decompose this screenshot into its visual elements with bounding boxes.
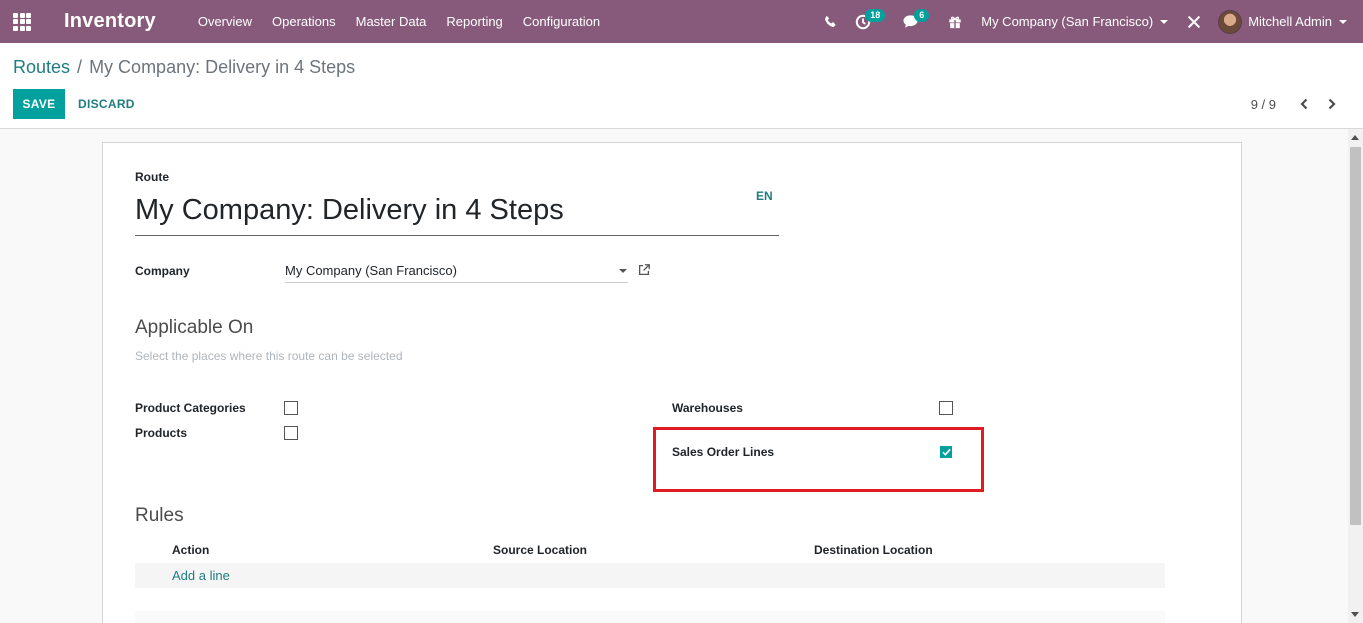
rules-title: Rules bbox=[135, 505, 184, 526]
messages-badge: 6 bbox=[914, 9, 930, 22]
chevron-down-icon bbox=[1339, 19, 1347, 24]
menu-operations[interactable]: Operations bbox=[262, 0, 346, 43]
breadcrumb-routes-link[interactable]: Routes bbox=[13, 57, 70, 78]
warehouses-checkbox[interactable] bbox=[939, 401, 953, 415]
external-link-icon[interactable] bbox=[637, 263, 653, 279]
sales-order-lines-label: Sales Order Lines bbox=[672, 445, 775, 459]
company-switcher-label: My Company (San Francisco) bbox=[981, 14, 1154, 29]
rules-add-line-row: Add a line bbox=[135, 563, 1165, 588]
sales-order-lines-checkbox[interactable] bbox=[940, 446, 952, 458]
chevron-down-icon bbox=[1160, 19, 1169, 24]
company-label: Company bbox=[135, 264, 190, 278]
scroll-down-arrow-icon[interactable] bbox=[1351, 612, 1359, 617]
control-panel: Routes / My Company: Delivery in 4 Steps… bbox=[0, 43, 1363, 129]
warehouses-label: Warehouses bbox=[672, 401, 743, 415]
menu-master-data[interactable]: Master Data bbox=[346, 0, 437, 43]
breadcrumb-separator: / bbox=[77, 57, 83, 77]
chevron-down-icon bbox=[619, 269, 627, 273]
menu-overview[interactable]: Overview bbox=[188, 0, 262, 43]
apps-grid-icon[interactable] bbox=[0, 0, 44, 43]
pager-next-icon[interactable] bbox=[1321, 93, 1343, 115]
save-button[interactable]: SAVE bbox=[13, 89, 65, 119]
chat-icon[interactable]: 6 bbox=[893, 0, 939, 43]
activity-clock-icon[interactable]: 18 bbox=[846, 0, 893, 43]
breadcrumb: Routes / My Company: Delivery in 4 Steps bbox=[13, 57, 355, 78]
top-navbar: Inventory Overview Operations Master Dat… bbox=[0, 0, 1363, 43]
scrollbar-thumb[interactable] bbox=[1350, 147, 1361, 525]
phone-icon[interactable] bbox=[815, 0, 846, 43]
form-view-area: Route My Company: Delivery in 4 Steps EN… bbox=[0, 129, 1348, 623]
user-menu[interactable]: Mitchell Admin bbox=[1210, 0, 1363, 43]
annotation-highlight-box bbox=[653, 427, 984, 492]
product-categories-label: Product Categories bbox=[135, 401, 246, 415]
breadcrumb-current: My Company: Delivery in 4 Steps bbox=[89, 57, 356, 77]
add-a-line-link[interactable]: Add a line bbox=[172, 568, 230, 583]
pager-previous-icon[interactable] bbox=[1293, 93, 1315, 115]
rules-table-header: Action Source Location Destination Locat… bbox=[135, 541, 1165, 563]
products-label: Products bbox=[135, 426, 188, 440]
avatar bbox=[1218, 9, 1243, 34]
user-name: Mitchell Admin bbox=[1248, 14, 1332, 29]
close-tools-icon[interactable] bbox=[1178, 0, 1210, 43]
applicable-on-hint: Select the places where this route can b… bbox=[135, 349, 403, 363]
company-switcher[interactable]: My Company (San Francisco) bbox=[971, 0, 1178, 43]
column-destination-location[interactable]: Destination Location bbox=[814, 543, 933, 557]
translate-lang-button[interactable]: EN bbox=[756, 189, 773, 203]
applicable-on-title: Applicable On bbox=[135, 317, 254, 338]
checkmark-icon bbox=[941, 448, 951, 456]
product-categories-checkbox[interactable] bbox=[284, 401, 298, 415]
column-source-location[interactable]: Source Location bbox=[493, 543, 587, 557]
scroll-up-arrow-icon[interactable] bbox=[1351, 135, 1359, 140]
app-name[interactable]: Inventory bbox=[64, 10, 156, 33]
vertical-scrollbar[interactable] bbox=[1348, 129, 1363, 623]
form-sheet: Route My Company: Delivery in 4 Steps EN… bbox=[102, 142, 1242, 623]
pager-value: 9 / 9 bbox=[1250, 97, 1276, 112]
route-label: Route bbox=[135, 170, 169, 184]
route-name-input[interactable]: My Company: Delivery in 4 Steps bbox=[135, 190, 779, 236]
products-checkbox[interactable] bbox=[284, 426, 298, 440]
menu-configuration[interactable]: Configuration bbox=[513, 0, 610, 43]
discard-button[interactable]: DISCARD bbox=[70, 89, 143, 119]
gift-icon[interactable] bbox=[939, 0, 971, 43]
activity-badge: 18 bbox=[865, 9, 886, 22]
menu-reporting[interactable]: Reporting bbox=[436, 0, 512, 43]
rules-empty-row bbox=[135, 611, 1165, 623]
company-select[interactable]: My Company (San Francisco) bbox=[285, 263, 628, 283]
company-select-value: My Company (San Francisco) bbox=[285, 263, 457, 278]
column-action[interactable]: Action bbox=[172, 543, 209, 557]
